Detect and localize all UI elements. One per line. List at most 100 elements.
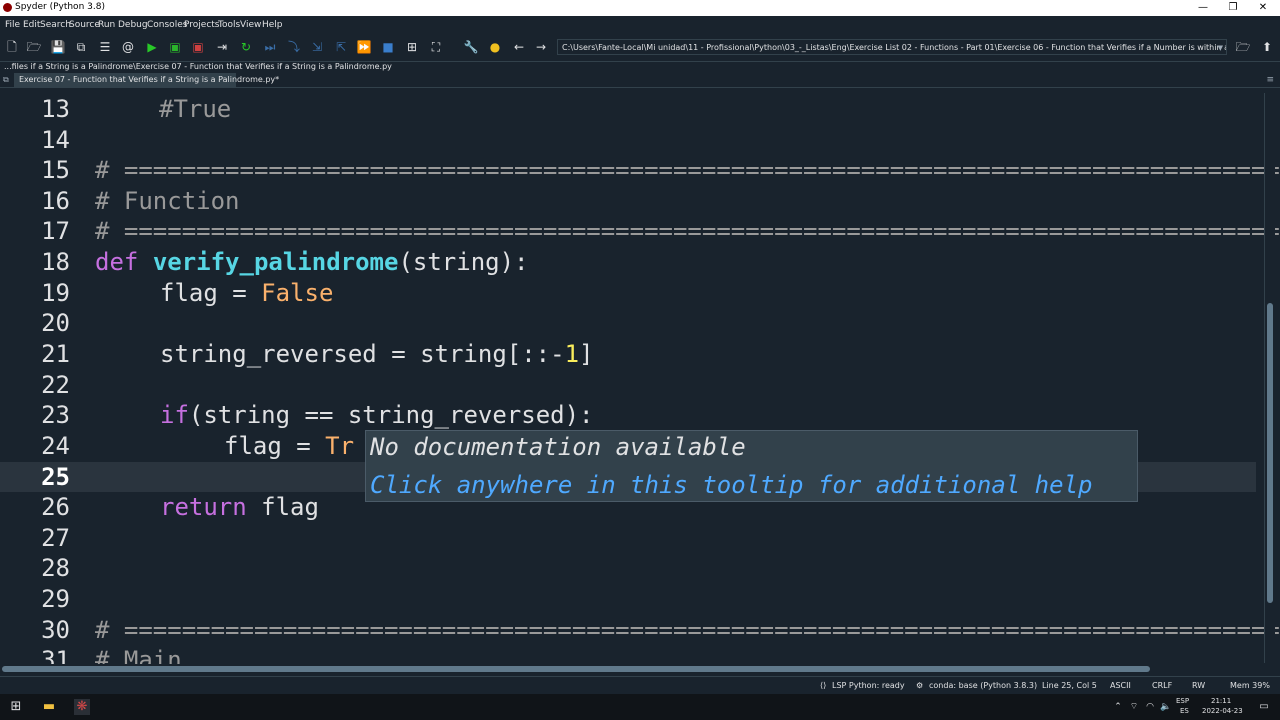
python-path-icon[interactable]: ● [487,39,503,55]
new-file-icon[interactable]: 🗋 [4,39,20,55]
close-button[interactable]: ✕ [1248,0,1278,16]
code-comment: # Function [95,187,240,215]
scrollbar-thumb[interactable] [2,666,1150,672]
lsp-status[interactable]: LSP Python: ready [832,681,905,690]
menu-edit[interactable]: Edit [23,20,40,30]
line-number: 19 [41,279,70,307]
title-bar: Spyder (Python 3.8) — ❐ ✕ [0,0,1280,16]
line-number: 20 [41,309,70,337]
tooltip-help-link[interactable]: Click anywhere in this tooltip for addit… [370,471,1092,499]
code-line: 23 if(string == string_reversed): [0,400,1256,430]
code-line: 15 # ===================================… [0,155,1280,185]
volume-icon[interactable]: 🔈 [1158,699,1174,715]
conda-status[interactable]: conda: base (Python 3.8.3) [929,681,1037,690]
menu-tools[interactable]: Tools [218,20,240,30]
browse-tabs-icon[interactable]: ⧉ [3,75,12,84]
code-line: 14 [0,125,1256,155]
list-icon[interactable]: ☰ [97,39,113,55]
menu-source[interactable]: Source [69,20,100,30]
menu-search[interactable]: Search [40,20,71,30]
save-all-icon[interactable]: ⧉ [73,39,89,55]
open-file-icon[interactable]: 🗁 [26,39,42,55]
maximize-pane-icon[interactable]: ⊞ [404,39,420,55]
code-line: 27 [0,523,1256,553]
code-text: if(string == string_reversed): [160,401,594,429]
line-number: 21 [41,340,70,368]
code-comment: # Main [95,646,182,664]
language-indicator[interactable]: ESP [1176,697,1189,705]
spyder-taskbar-icon[interactable]: ❋ [74,699,90,715]
run-selection-icon[interactable]: ⇥ [214,39,230,55]
working-directory-path: C:\Users\Fante-Local\Mi unidad\11 - Prof… [562,43,1227,52]
fullscreen-icon[interactable]: ⛶ [428,39,444,55]
run-icon[interactable]: ▶ [144,39,160,55]
save-icon[interactable]: 💾 [50,39,66,55]
file-explorer-icon[interactable]: ▬ [41,699,57,715]
maximize-button[interactable]: ❐ [1218,0,1248,16]
tab-exercise-07[interactable]: Exercise 07 - Function that Verifies if … [14,73,279,87]
windows-taskbar: ⊞ ▬ ❋ ⌃ ⌔ ◠ 🔈 ESP ES 21:11 2022-04-23 ▭ [0,694,1280,720]
tooltip-no-doc-text: No documentation available [370,433,746,461]
vertical-scrollbar[interactable] [1264,93,1275,663]
restart-icon[interactable]: ↻ [238,39,254,55]
code-line: 13 #True [0,94,1256,124]
code-line: 29 [0,584,1256,614]
browse-folder-icon[interactable]: 🗁 [1235,39,1251,55]
memory-usage: Mem 39% [1230,681,1270,690]
step-into-icon[interactable]: ⇲ [309,39,325,55]
code-line: 21 string_reversed = string[::-1] [0,339,1256,369]
code-text: flag = False [160,279,334,307]
menu-run[interactable]: Run [98,20,115,30]
run-cell-advance-icon[interactable]: ▣ [190,39,206,55]
menu-debug[interactable]: Debug [118,20,148,30]
code-line: 16 # Function [0,186,1256,216]
code-line: 30 # ===================================… [0,615,1280,645]
menu-projects[interactable]: Projects [184,20,219,30]
code-line: 22 [0,370,1256,400]
scrollbar-thumb[interactable] [1267,303,1273,603]
network-icon[interactable]: ⌔ [1126,699,1142,715]
debug-icon[interactable]: ⏭ [262,39,278,55]
lsp-icon: ⟨⟩ [820,681,827,690]
chevron-down-icon[interactable]: ▼ [1218,40,1223,54]
menu-help[interactable]: Help [262,20,283,30]
back-icon[interactable]: ← [511,39,527,55]
working-directory-input[interactable]: C:\Users\Fante-Local\Mi unidad\11 - Prof… [557,39,1227,55]
parent-folder-icon[interactable]: ⬆ [1259,39,1275,55]
code-text: flag = Tr [224,432,355,460]
run-cell-icon[interactable]: ▣ [167,39,183,55]
step-return-icon[interactable]: ⇱ [333,39,349,55]
menu-file[interactable]: File [5,20,20,30]
documentation-tooltip[interactable]: No documentation available Click anywher… [365,430,1138,502]
language-sub: ES [1180,707,1189,715]
notifications-icon[interactable]: ▭ [1256,699,1272,715]
code-line: 17 # ===================================… [0,216,1280,246]
code-line: 28 [0,553,1256,583]
wifi-icon[interactable]: ◠ [1142,699,1158,715]
options-menu-icon[interactable]: ≡ [1266,75,1274,85]
code-comment: # ======================================… [95,217,1280,245]
windows-start-icon[interactable]: ⊞ [8,699,24,715]
line-number: 18 [41,248,70,276]
line-number: 25 [41,463,70,491]
line-number: 23 [41,401,70,429]
menu-view[interactable]: View [240,20,261,30]
clock-time[interactable]: 21:11 [1211,697,1231,705]
menu-consoles[interactable]: Consoles [147,20,187,30]
code-editor[interactable]: 13 #True 14 15 # =======================… [0,92,1280,664]
code-line: 20 [0,308,1256,338]
code-line: 19 flag = False [0,278,1256,308]
at-icon[interactable]: @ [120,39,136,55]
minimize-button[interactable]: — [1188,0,1218,16]
horizontal-scrollbar[interactable] [0,664,1264,674]
tray-chevron-icon[interactable]: ⌃ [1110,699,1126,715]
line-number: 15 [41,156,70,184]
stop-icon[interactable]: ■ [380,39,396,55]
preferences-icon[interactable]: 🔧 [463,39,479,55]
forward-icon[interactable]: → [533,39,549,55]
code-line: 31 # Main [0,645,1256,664]
step-icon[interactable]: ⤵ [286,39,302,55]
continue-icon[interactable]: ⏩ [356,39,372,55]
clock-date[interactable]: 2022-04-23 [1202,707,1243,715]
code-text: def verify_palindrome(string): [95,248,529,276]
